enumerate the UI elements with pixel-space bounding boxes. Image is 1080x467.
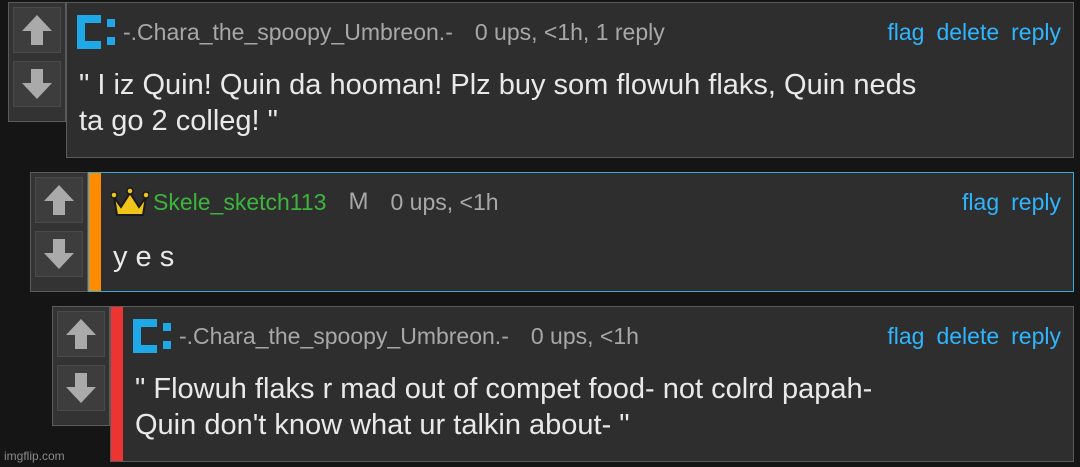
vote-column bbox=[52, 306, 110, 426]
comment-text: " I iz Quin! Quin da hooman! Plz buy som… bbox=[79, 67, 1053, 139]
comment-header: -.Chara_the_spoopy_Umbreon.- 0 ups, <1h … bbox=[133, 319, 1061, 353]
comment-meta: 0 ups, <1h bbox=[390, 188, 499, 215]
username[interactable]: -.Chara_the_spoopy_Umbreon.- bbox=[179, 323, 509, 350]
comment-actions: flag delete reply bbox=[887, 323, 1061, 350]
arrow-down-icon bbox=[22, 69, 52, 99]
delete-link[interactable]: delete bbox=[936, 19, 999, 46]
comment-stripe bbox=[111, 307, 123, 461]
comment-text-line: " I iz Quin! Quin da hooman! Plz buy som… bbox=[79, 69, 917, 101]
blue-bracket-badge-icon bbox=[133, 319, 175, 353]
comment-body: -.Chara_the_spoopy_Umbreon.- 0 ups, <1h … bbox=[110, 306, 1074, 462]
reply-link[interactable]: reply bbox=[1011, 323, 1061, 350]
delete-link[interactable]: delete bbox=[936, 323, 999, 350]
vote-column bbox=[8, 2, 66, 122]
comment-actions: flag delete reply bbox=[887, 19, 1061, 46]
comment-1: -.Chara_the_spoopy_Umbreon.- 0 ups, <1h,… bbox=[8, 2, 1074, 158]
username[interactable]: Skele_sketch113 bbox=[153, 189, 326, 216]
reply-link[interactable]: reply bbox=[1011, 19, 1061, 46]
comment-2: Skele_sketch113 M 0 ups, <1h flag reply … bbox=[30, 172, 1074, 292]
arrow-down-icon bbox=[44, 239, 74, 269]
comment-text-line: " Flowuh flaks r mad out of compet food-… bbox=[135, 373, 873, 405]
comment-text: " Flowuh flaks r mad out of compet food-… bbox=[135, 371, 1053, 443]
flag-link[interactable]: flag bbox=[887, 19, 924, 46]
arrow-up-icon bbox=[44, 185, 74, 215]
arrow-up-icon bbox=[66, 319, 96, 349]
comment-3: -.Chara_the_spoopy_Umbreon.- 0 ups, <1h … bbox=[52, 306, 1074, 462]
comment-header: Skele_sketch113 M 0 ups, <1h flag reply bbox=[110, 185, 1061, 219]
comment-text-line: y e s bbox=[113, 241, 175, 273]
upvote-button[interactable] bbox=[13, 7, 61, 53]
reply-link[interactable]: reply bbox=[1011, 189, 1061, 216]
vote-column bbox=[30, 172, 88, 292]
arrow-up-icon bbox=[22, 15, 52, 45]
blue-bracket-badge-icon bbox=[77, 15, 119, 49]
downvote-button[interactable] bbox=[13, 61, 61, 107]
comment-body: -.Chara_the_spoopy_Umbreon.- 0 ups, <1h,… bbox=[66, 2, 1074, 158]
comment-header: -.Chara_the_spoopy_Umbreon.- 0 ups, <1h,… bbox=[77, 15, 1061, 49]
upvote-button[interactable] bbox=[57, 311, 105, 357]
comment-actions: flag reply bbox=[962, 189, 1061, 216]
upvote-button[interactable] bbox=[35, 177, 83, 223]
username[interactable]: -.Chara_the_spoopy_Umbreon.- bbox=[123, 19, 453, 46]
comment-meta: 0 ups, <1h bbox=[530, 322, 639, 349]
comment-text-line: ta go 2 colleg! " bbox=[79, 105, 278, 137]
comment-stripe bbox=[89, 173, 101, 291]
arrow-down-icon bbox=[66, 373, 96, 403]
downvote-button[interactable] bbox=[57, 365, 105, 411]
mod-badge: M bbox=[348, 188, 369, 215]
comment-text-line: Quin don't know what ur talkin about- " bbox=[135, 409, 630, 441]
comment-text: y e s bbox=[113, 239, 1053, 275]
flag-link[interactable]: flag bbox=[887, 323, 924, 350]
flag-link[interactable]: flag bbox=[962, 189, 999, 216]
downvote-button[interactable] bbox=[35, 231, 83, 277]
comment-body: Skele_sketch113 M 0 ups, <1h flag reply … bbox=[88, 172, 1074, 292]
crown-icon bbox=[110, 185, 150, 219]
watermark: imgflip.com bbox=[4, 449, 65, 463]
comment-meta: 0 ups, <1h, 1 reply bbox=[474, 18, 665, 45]
